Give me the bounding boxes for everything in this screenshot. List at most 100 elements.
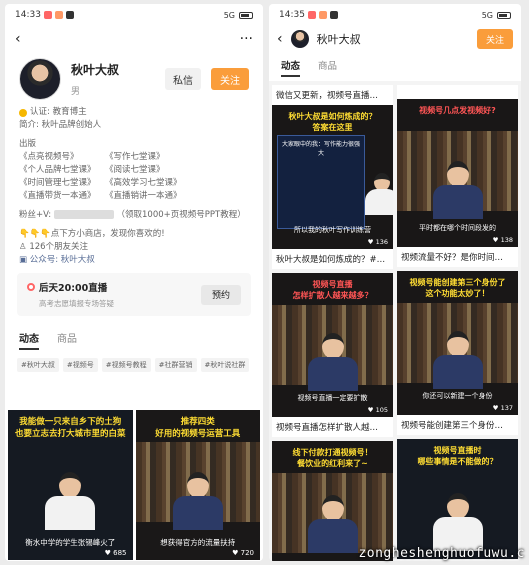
video-grid: 我能做一只来自乡下的土狗 也要立志去打大城市里的白菜 衡水中学的学生张锡峰火了 … (8, 410, 260, 560)
presenter-image (365, 173, 393, 233)
presenter-image (432, 161, 483, 221)
video-caption: 所以我的秋叶写作训练营 (294, 226, 371, 234)
video-card[interactable]: 视频号直播时 哪些事情是不能做的？ (397, 439, 518, 559)
profile-intro: 简介: 秋叶品牌创始人 (19, 120, 102, 130)
video-thumbnail: 视频号能创建第三个身份了 这个功能太妙了！ 你还可以新建一个身份 ♥ 137 (397, 271, 518, 415)
back-icon[interactable]: ‹ (277, 31, 283, 47)
tag-item[interactable]: #视频号 (62, 358, 98, 372)
video-thumbnail: 线下付款打通视频号！ 餐饮业的红利来了~ (272, 441, 393, 561)
video-headline: 线下付款打通视频号！ 餐饮业的红利来了~ (292, 448, 373, 468)
message-button[interactable]: 私信 (165, 68, 201, 90)
like-count: ♥ 720 (232, 549, 254, 557)
presenter-image (307, 495, 358, 555)
like-count: ♥ 138 (492, 236, 513, 244)
notification-icon (329, 11, 338, 19)
notification-icon (65, 11, 74, 19)
battery-icon (497, 11, 511, 19)
friends-following[interactable]: ♙ 126个朋友关注 (5, 241, 263, 254)
video-card[interactable]: 视频号能创建第三个身份了 这个功能太妙了！ 你还可以新建一个身份 ♥ 137 视… (397, 271, 518, 435)
status-time: 14:33 (15, 10, 41, 20)
follow-button[interactable]: 关注 (211, 68, 249, 90)
status-time: 14:35 (279, 10, 305, 20)
notification-icon (43, 11, 52, 19)
like-count: ♥ 136 (367, 238, 388, 246)
video-caption: 衡水中学的学生张锡峰火了 (25, 538, 116, 547)
video-thumbnail: 秋叶大叔是如何炼成的？ 答案在这里 大家眼中的我：写作能力很强大 所以我的秋叶写… (272, 105, 393, 249)
video-title: 视频号能创建第三个身份… (401, 421, 504, 431)
live-subtitle: 高考志愿填报专场答疑 (39, 299, 114, 308)
profile-name: 秋叶大叔 (71, 63, 120, 77)
tag-item[interactable]: #社群营销 (154, 358, 197, 372)
battery-icon (239, 11, 253, 19)
tab-goods[interactable]: 商品 (318, 58, 337, 77)
video-card[interactable]: 微信又更新，视频号直播… 秋叶大叔是如何炼成的？ 答案在这里 大家眼中的我：写作… (272, 85, 393, 269)
people-icon: ♙ (19, 242, 30, 252)
video-feed: 微信又更新，视频号直播… 秋叶大叔是如何炼成的？ 答案在这里 大家眼中的我：写作… (269, 81, 521, 561)
presenter-image (432, 493, 483, 553)
video-caption: 视频号直播一定要扩散 (297, 394, 368, 402)
live-icon (27, 283, 35, 291)
publish-label: 出版 (19, 139, 37, 149)
follow-button[interactable]: 关注 (477, 29, 513, 49)
profile-screen: 14:33 5G ‹ ··· 秋叶大叔 男 私信 关注 认证: 教育博主 简介:… (5, 4, 263, 561)
video-caption: 平时都在哪个时间段发的 (419, 224, 496, 232)
live-reservation-card: 后天20:00直播 高考志愿填报专场答疑 预约 (17, 273, 251, 316)
video-card[interactable]: 线下付款打通视频号！ 餐饮业的红利来了~ (272, 441, 393, 561)
profile-tabs: 动态 商品 (269, 52, 521, 81)
back-icon[interactable]: ‹ (15, 31, 21, 47)
feed-column-right: 视频号几点发视频好? 平时都在哪个时间段发的 ♥ 138 视频流量不好？是你时间… (397, 85, 518, 561)
video-headline: 推荐四类 好用的视频号运营工具 (155, 417, 241, 439)
notification-icon (54, 11, 63, 19)
tag-item[interactable]: #秋叶说社群 (200, 358, 250, 372)
video-card[interactable]: 视频号直播 怎样扩散人越来越多？ 视频号直播一定要扩散 ♥ 105 视频号直播怎… (272, 273, 393, 437)
video-card[interactable]: 推荐四类 好用的视频号运营工具 想获得官方的流量扶持 ♥ 720 (135, 410, 260, 560)
official-account-link[interactable]: ▣ 公众号: 秋叶大叔 (5, 254, 263, 267)
reserve-button[interactable]: 预约 (201, 284, 241, 305)
account-icon: ▣ (19, 255, 30, 265)
feed-column-left: 微信又更新，视频号直播… 秋叶大叔是如何炼成的？ 答案在这里 大家眼中的我：写作… (272, 85, 393, 561)
video-title: 视频流量不好？是你时间… (401, 253, 504, 263)
video-caption: 想获得官方的流量扶持 (160, 538, 236, 547)
notification-icon (307, 11, 316, 19)
presenter-image (172, 472, 223, 532)
avatar[interactable] (290, 30, 309, 48)
profile-name: 秋叶大叔 (316, 33, 361, 46)
like-count: ♥ 137 (492, 404, 513, 412)
tag-item[interactable]: #视频号教程 (101, 358, 151, 372)
video-headline: 秋叶大叔是如何炼成的？ 答案在这里 (288, 112, 377, 132)
top-nav: ‹ 秋叶大叔 关注 (269, 26, 521, 52)
blurred-id (53, 210, 114, 219)
avatar[interactable] (19, 58, 61, 100)
tab-dynamic[interactable]: 动态 (281, 58, 301, 77)
presenter-image (307, 333, 358, 393)
profile-tabs: 动态 商品 (5, 322, 263, 354)
video-card[interactable]: 视频号几点发视频好? 平时都在哪个时间段发的 ♥ 138 视频流量不好？是你时间… (397, 85, 518, 267)
watermark-text: zongheshenghuofuwu.c (358, 546, 525, 561)
signal-icon: 5G (481, 10, 493, 20)
video-card[interactable]: 我能做一只来自乡下的土狗 也要立志去打大城市里的白菜 衡水中学的学生张锡峰火了 … (8, 410, 133, 560)
shop-hint: 👇👇👇点下方小商店，发现你喜欢的! (19, 229, 165, 239)
video-headline: 视频号能创建第三个身份了 这个功能太妙了！ (409, 278, 506, 298)
tab-dynamic[interactable]: 动态 (19, 330, 39, 350)
tab-goods[interactable]: 商品 (57, 330, 77, 350)
video-title: 微信又更新，视频号直播… (276, 91, 379, 101)
presenter-image (432, 331, 483, 391)
video-headline: 视频号几点发视频好? (419, 106, 496, 115)
top-nav: ‹ ··· (5, 26, 263, 52)
video-headline: 我能做一只来自乡下的土狗 也要立志去打大城市里的白菜 (14, 417, 126, 439)
presenter-image (45, 472, 96, 532)
tag-item[interactable]: #秋叶大叔 (17, 358, 59, 372)
more-icon[interactable]: ··· (240, 31, 253, 47)
video-title: 秋叶大叔是如何炼成的？#… (276, 255, 386, 265)
profile-header: 秋叶大叔 男 私信 关注 (5, 52, 263, 106)
like-count: ♥ 105 (367, 406, 388, 414)
live-title: 后天20:00直播 (39, 283, 108, 294)
video-headline: 视频号直播时 哪些事情是不能做的？ (417, 446, 498, 466)
video-headline: 视频号直播 怎样扩散人越来越多？ (292, 280, 373, 300)
video-thumbnail: 视频号直播时 哪些事情是不能做的？ (397, 439, 518, 559)
video-title: 视频号直播怎样扩散人越… (276, 423, 379, 433)
video-thumbnail: 视频号直播 怎样扩散人越来越多？ 视频号直播一定要扩散 ♥ 105 (272, 273, 393, 417)
fans-contact: 粉丝+V: （领取1000+页视频号PPT教程） (19, 210, 246, 220)
video-thumbnail: 视频号几点发视频好? 平时都在哪个时间段发的 ♥ 138 (397, 99, 518, 247)
book-list: 《点亮视频号》 《写作七堂课》 《个人品牌七堂课》 《阅读七堂课》 《时间管理七… (19, 152, 182, 201)
